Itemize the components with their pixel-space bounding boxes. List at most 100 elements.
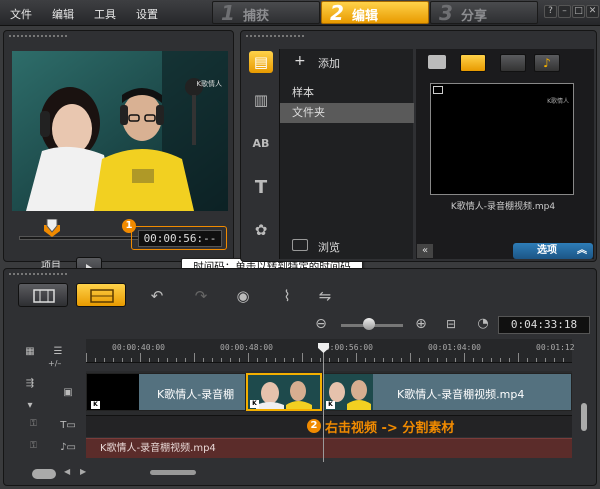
video-clip[interactable]: K K歌情人-录音棚视频.mp4 xyxy=(322,373,572,411)
ruler-tick xyxy=(185,358,186,362)
project-duration[interactable]: 0:04:33:18 xyxy=(498,316,590,334)
ruler-tick xyxy=(275,358,276,362)
zoom-out-icon[interactable]: ⊖ xyxy=(310,314,332,334)
title-track-icon[interactable]: T▭ xyxy=(56,417,80,435)
browse-icon[interactable] xyxy=(292,239,308,251)
vertical-scrollbar[interactable] xyxy=(581,403,587,431)
ruler-tick xyxy=(500,358,501,362)
close-button[interactable]: ✕ xyxy=(586,5,599,18)
folder-icon[interactable] xyxy=(428,55,446,69)
ruler-tick xyxy=(527,358,528,362)
expand-tracks-icon[interactable]: ▾ xyxy=(18,397,42,415)
maximize-button[interactable]: □ xyxy=(572,5,585,18)
scroll-left-icon[interactable]: ◀ xyxy=(64,467,70,476)
video-track-icon[interactable]: ▣ xyxy=(56,384,80,402)
audio-mixer-icon[interactable]: ⌇ xyxy=(276,286,298,306)
scrubber-handle[interactable] xyxy=(46,219,58,233)
storyboard-view-button[interactable] xyxy=(18,283,68,307)
ruler-tick xyxy=(95,358,96,362)
help-button[interactable]: ? xyxy=(544,5,557,18)
panel-grip[interactable] xyxy=(8,34,68,38)
menu-edit[interactable]: 编辑 xyxy=(52,6,74,22)
clip-type-icon: K xyxy=(250,400,259,408)
browse-button[interactable]: 浏览 xyxy=(318,239,340,255)
ruler-tick-label: 00:01:12 xyxy=(536,343,575,352)
voice-track-icon[interactable]: ♪▭ xyxy=(56,439,80,457)
video-type-icon xyxy=(433,86,443,94)
step-capture-number: 1 xyxy=(221,1,235,25)
timeline-view-button[interactable] xyxy=(76,283,126,307)
ruler-tick xyxy=(410,353,411,362)
library-row-samples[interactable]: 样本 xyxy=(280,83,414,103)
ruler-tick xyxy=(248,353,249,362)
auto-music-icon[interactable]: ⇋ xyxy=(314,286,336,306)
ruler-tick xyxy=(392,358,393,362)
ruler-tick xyxy=(383,358,384,362)
horizontal-scrollbar[interactable] xyxy=(150,470,196,475)
library-panel: ▤ ▥ AB T ✿ + 添加 样本 文件夹 浏览 ♪ K歌情人 K歌情人-录音… xyxy=(240,30,597,262)
ruler-tick xyxy=(536,358,537,362)
step-edit-number: 2 xyxy=(330,1,344,25)
media-library-icon[interactable]: ▤ xyxy=(249,51,273,73)
ruler-tick xyxy=(464,353,465,362)
video-clip-selected[interactable]: K xyxy=(246,373,322,411)
record-capture-icon[interactable]: ◉ xyxy=(232,286,254,306)
ruler-tick xyxy=(365,358,366,362)
media-thumbnail[interactable]: K歌情人 xyxy=(430,83,574,195)
ripple-edit-icon[interactable]: ⇶ xyxy=(18,375,42,393)
timecode-field[interactable]: 00:00:56:-- xyxy=(138,230,222,247)
lock-icon[interactable]: ⚿ xyxy=(30,419,40,431)
top-bar: 文件 编辑 工具 设置 1 捕获 2 编辑 3 分享 ? – □ ✕ xyxy=(0,0,600,26)
show-videos-button[interactable] xyxy=(460,54,486,72)
track-manager-icon[interactable]: ▦ xyxy=(18,343,42,361)
callout-number-1: 1 xyxy=(122,219,136,233)
redo-icon[interactable]: ↷ xyxy=(190,286,212,306)
audio-clip[interactable]: K歌情人-录音棚视频.mp4 xyxy=(86,438,572,458)
show-photos-button[interactable] xyxy=(500,54,526,72)
fit-project-icon[interactable]: ⊟ xyxy=(440,314,462,334)
step-share-tab[interactable]: 3 分享 xyxy=(430,1,538,24)
ruler-tick xyxy=(212,358,213,362)
panel-grip[interactable] xyxy=(245,34,305,38)
menu-settings[interactable]: 设置 xyxy=(136,6,158,22)
library-content: ♪ K歌情人 K歌情人-录音棚视频.mp4 xyxy=(416,49,594,259)
playhead-handle[interactable] xyxy=(318,343,329,353)
collapse-chevron-icon[interactable]: « xyxy=(417,244,433,258)
video-clip[interactable]: K K歌情人-录音棚 xyxy=(86,373,246,411)
step-capture-label: 捕获 xyxy=(243,9,270,24)
panel-grip[interactable] xyxy=(8,272,68,276)
music-note-icon[interactable]: ♪ xyxy=(534,54,560,72)
options-button[interactable]: 选项 ︽ xyxy=(513,243,593,259)
split-hint-text: 右击视频 -> 分割素材 xyxy=(325,421,455,436)
zoom-slider-knob[interactable] xyxy=(363,318,375,330)
undo-icon[interactable]: ↶ xyxy=(146,286,168,306)
ruler-tick xyxy=(230,358,231,362)
add-button[interactable]: 添加 xyxy=(318,55,340,71)
menu-tools[interactable]: 工具 xyxy=(94,6,116,22)
ruler-tick xyxy=(104,358,105,362)
ruler-tick xyxy=(257,358,258,362)
title-ab-icon[interactable]: AB xyxy=(249,133,273,155)
ruler-tick xyxy=(167,358,168,362)
minimize-button[interactable]: – xyxy=(558,5,571,18)
library-row-folder[interactable]: 文件夹 xyxy=(280,103,414,123)
ruler-tick-label: 00:00:48:00 xyxy=(220,343,273,352)
add-icon[interactable]: + xyxy=(294,53,306,69)
track-options-button[interactable] xyxy=(32,469,56,479)
zoom-in-icon[interactable]: ⊕ xyxy=(410,314,432,334)
playhead-line[interactable] xyxy=(323,347,324,462)
scroll-right-icon[interactable]: ▶ xyxy=(80,467,86,476)
menu-file[interactable]: 文件 xyxy=(10,6,32,22)
ruler-tick xyxy=(401,358,402,362)
transition-icon[interactable]: ▥ xyxy=(249,89,273,111)
step-edit-tab[interactable]: 2 编辑 xyxy=(321,1,429,24)
lock-icon[interactable]: ⚿ xyxy=(30,441,40,453)
time-ruler[interactable]: 00:00:40:00 00:00:48:00 00:00:56:00 00:01:0… xyxy=(86,339,575,363)
add-track-menu[interactable]: +/– xyxy=(48,359,61,368)
text-t-icon[interactable]: T xyxy=(249,177,273,199)
video-preview: K歌情人 xyxy=(12,51,228,211)
ruler-tick xyxy=(563,358,564,362)
step-capture-tab[interactable]: 1 捕获 xyxy=(212,1,320,24)
graphics-icon[interactable]: ✿ xyxy=(249,219,273,241)
ruler-tick xyxy=(428,358,429,362)
